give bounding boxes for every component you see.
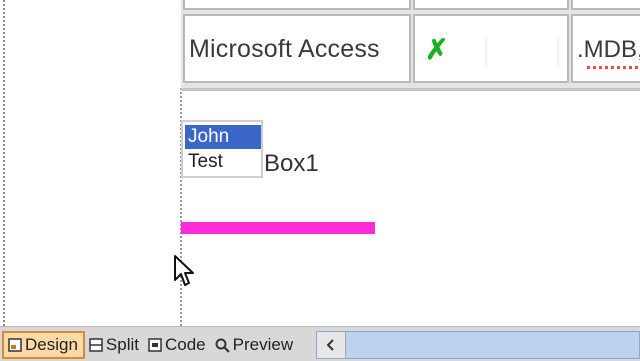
file-extension: .MDB, [577,36,640,63]
tab-label: Split [105,335,139,354]
mouse-pointer-icon [174,255,194,286]
tab-label: Design [25,335,78,354]
feature-table: Microsoft Access ✗ .MDB, [181,0,640,91]
list-item[interactable]: Test [185,150,261,174]
product-name: Microsoft Access [189,35,380,63]
status-bar: Design Split Code Preview [0,326,640,361]
view-switcher: Design Split Code Preview [0,329,298,361]
table-cell[interactable] [413,0,569,10]
tab-preview[interactable]: Preview [211,331,298,359]
table-cell-product[interactable]: Microsoft Access [183,14,411,83]
cell-faint-lines [485,38,559,66]
tab-label: Code [165,335,206,354]
list-box-label: Box1 [264,150,319,177]
table-cell[interactable] [571,0,640,10]
horizontal-scrollbar[interactable] [316,331,640,359]
left-gutter [0,0,181,326]
horizontal-rule[interactable] [181,222,375,234]
preview-icon [215,338,230,353]
spelling-underline [587,66,640,69]
tab-code[interactable]: Code [144,331,211,359]
tab-label: Preview [232,335,294,354]
table-cell-supported[interactable]: ✗ [413,14,569,83]
tab-design[interactable]: Design [2,331,85,359]
chevron-left-icon [326,339,334,351]
table-cell-extension[interactable]: .MDB, [571,14,640,83]
table-cell[interactable] [183,0,411,10]
scroll-left-button[interactable] [317,332,346,358]
design-icon [8,338,22,352]
split-icon [89,338,103,352]
code-icon [148,338,162,352]
gutter-dotted-rule [3,0,5,326]
check-mark-icon: ✗ [425,34,449,65]
list-box[interactable]: John Test [181,120,263,178]
tab-split[interactable]: Split [85,331,144,359]
list-item-selected[interactable]: John [185,125,261,149]
